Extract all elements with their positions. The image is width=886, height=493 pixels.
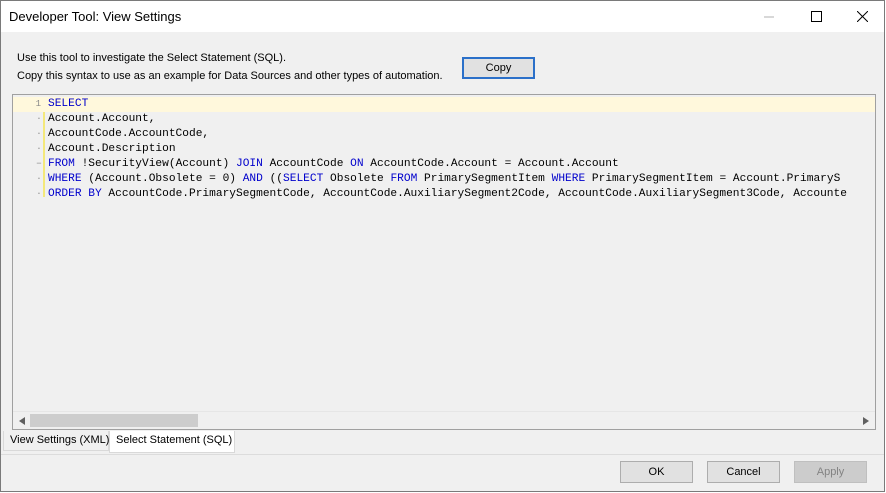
ok-button[interactable]: OK [620,461,693,483]
sql-text: (( [262,173,284,185]
code-line: · WHERE (Account.Obsolete = 0) AND ((SELE… [13,172,875,187]
footer-divider [1,454,884,455]
tab-view-settings[interactable]: View Settings (XML) [3,431,109,451]
sql-keyword: WHERE [48,173,82,185]
sql-text: Account.Account, [48,113,156,125]
scrollbar-thumb[interactable] [30,414,198,427]
code-text: SELECT [48,97,88,112]
sql-text: !SecurityView(Account) [74,158,236,170]
window-title: Developer Tool: View Settings [9,9,182,24]
title-bar: Developer Tool: View Settings [1,1,884,32]
maximize-button[interactable] [793,1,839,32]
minimize-button[interactable] [746,1,792,32]
code-lines: 1 SELECT · Account.Account, · AccountCode.Acc… [13,97,875,202]
sql-keyword: SELECT [48,98,89,110]
scroll-right-arrow-icon[interactable] [860,415,872,427]
sql-text: PrimarySegmentItem [417,173,552,185]
sql-text: (Account.Obsolete = 0) [81,173,243,185]
line-number: 1 [35,99,41,109]
code-line: 1 SELECT [13,97,875,112]
sql-text: PrimarySegmentItem = Account.PrimaryS [585,173,841,185]
maximize-icon [810,11,822,22]
code-line: · ORDER BY AccountCode.PrimarySegmentCode… [13,187,875,202]
sql-keyword: AND [242,173,263,185]
sql-text: Obsolete [323,173,391,185]
sql-keyword: FROM [390,173,418,185]
sql-keyword: FROM [48,158,75,170]
code-text: AccountCode.AccountCode, [48,127,209,142]
minimize-icon [764,16,774,17]
fold-marker: · [36,189,42,199]
code-line: − FROM !SecurityView(Account) JOIN Accoun… [13,157,875,172]
code-text: Account.Account, [48,112,155,127]
sql-keyword: SELECT [283,173,324,185]
sql-keyword: WHERE [551,173,586,185]
sql-text: AccountCode.AccountCode, [48,128,210,140]
scroll-left-arrow-icon[interactable] [16,415,28,427]
sql-text: AccountCode.Account = Account.Account [363,158,619,170]
copy-button[interactable]: Copy [462,57,535,79]
code-line: · Account.Account, [13,112,875,127]
sql-text: Account.Description [48,143,176,155]
close-button[interactable] [839,1,885,32]
developer-tool-window: Developer Tool: View Settings Use this t… [0,0,885,492]
sql-editor[interactable]: 1 SELECT · Account.Account, · AccountCode.Acc… [12,94,876,430]
info-text-1: Use this tool to investigate the Select … [17,52,287,64]
apply-button[interactable]: Apply [794,461,867,483]
code-text: ORDER BY AccountCode.PrimarySegmentCode,… [48,187,847,202]
sql-keyword: JOIN [236,158,263,170]
code-text: WHERE (Account.Obsolete = 0) AND ((SELEC… [48,172,840,187]
code-text: Account.Description [48,142,176,157]
sql-keyword: ORDER BY [48,188,102,200]
info-text-2: Copy this syntax to use as an example fo… [17,70,443,82]
code-line: · AccountCode.AccountCode, [13,127,875,142]
cancel-button[interactable]: Cancel [707,461,780,483]
fold-marker: · [36,174,42,184]
fold-marker: · [36,114,42,124]
code-text: FROM !SecurityView(Account) JOIN Account… [48,157,619,172]
fold-marker: · [36,144,42,154]
sql-text: AccountCode.PrimarySegmentCode, AccountC… [101,188,847,200]
horizontal-scrollbar[interactable] [13,411,875,429]
tab-select-statement[interactable]: Select Statement (SQL) [109,431,235,453]
sql-keyword: ON [350,158,364,170]
code-line: · Account.Description [13,142,875,157]
fold-toggle-icon[interactable]: − [35,157,43,172]
close-icon [856,11,868,22]
fold-marker: · [36,129,42,139]
sql-text: AccountCode [262,158,351,170]
